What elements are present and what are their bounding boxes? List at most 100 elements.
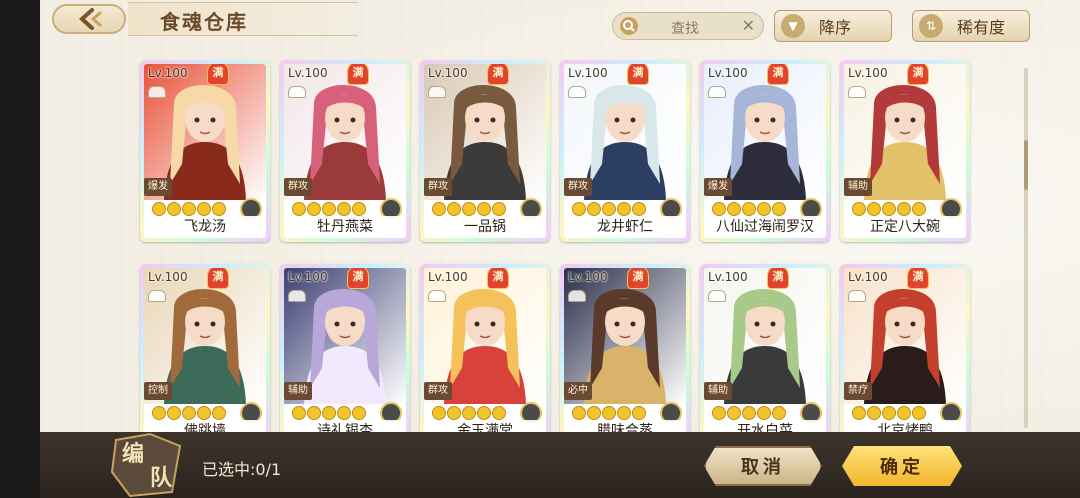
- star-icon: [462, 406, 476, 420]
- card-inner: Lv.100 满 禁疗 北京烤鸭: [844, 268, 966, 442]
- star-icon: [492, 406, 506, 420]
- card-inner: Lv.100 满 必中 腊味合蒸: [564, 268, 686, 442]
- star-icon: [602, 202, 616, 216]
- dish-cover-icon: [708, 86, 726, 98]
- sort-rarity-button[interactable]: ⇅ 稀有度: [912, 10, 1030, 42]
- sort-descending-button[interactable]: ▼ 降序: [774, 10, 892, 42]
- card-inner: Lv.100 满 辅助 正定八大碗: [844, 64, 966, 238]
- food-soul-card[interactable]: Lv.100 满 群攻 一品锅: [420, 60, 550, 242]
- star-icon: [572, 202, 586, 216]
- star-icon: [617, 406, 631, 420]
- star-icon: [712, 406, 726, 420]
- food-soul-card[interactable]: Lv.100 满 爆发 八仙过海闹罗汉: [700, 60, 830, 242]
- food-soul-card[interactable]: Lv.100 满 辅助 正定八大碗: [840, 60, 970, 242]
- star-icon: [322, 202, 336, 216]
- dish-cover-icon: [288, 290, 306, 302]
- star-icon: [867, 202, 881, 216]
- max-level-badge: 满: [488, 64, 508, 84]
- role-tag: 爆发: [704, 178, 732, 196]
- max-level-badge: 满: [488, 268, 508, 288]
- cancel-button[interactable]: 取消: [704, 446, 822, 486]
- role-tag: 必中: [564, 382, 592, 400]
- star-icon: [477, 406, 491, 420]
- food-soul-card[interactable]: Lv.100 满 群攻 牡丹燕菜: [280, 60, 410, 242]
- role-tag: 群攻: [424, 178, 452, 196]
- triangle-down-icon: ▼: [781, 14, 805, 38]
- sort-rarity-label: 稀有度: [957, 18, 1006, 37]
- star-rating: [712, 202, 786, 216]
- star-rating: [852, 202, 926, 216]
- confirm-button[interactable]: 确定: [842, 446, 962, 486]
- food-soul-card[interactable]: Lv.100 满 禁疗 北京烤鸭: [840, 264, 970, 446]
- star-icon: [447, 406, 461, 420]
- team-label-char-2[interactable]: 队: [150, 460, 172, 492]
- card-inner: Lv.100 满 爆发 八仙过海闹罗汉: [704, 64, 826, 238]
- close-icon[interactable]: ✕: [742, 16, 755, 35]
- max-level-badge: 满: [908, 268, 928, 288]
- max-level-badge: 满: [908, 64, 928, 84]
- max-level-badge: 满: [348, 64, 368, 84]
- star-icon: [292, 406, 306, 420]
- card-inner: Lv.100 满 辅助 开水白菜: [704, 268, 826, 442]
- team-label-char-1[interactable]: 编: [122, 436, 144, 468]
- left-edge-bar: [0, 0, 40, 498]
- star-icon: [152, 406, 166, 420]
- max-level-badge: 满: [628, 64, 648, 84]
- star-rating: [572, 202, 646, 216]
- food-soul-card[interactable]: Lv.100 满 辅助 开水白菜: [700, 264, 830, 446]
- star-icon: [492, 202, 506, 216]
- back-button[interactable]: [52, 4, 126, 34]
- star-icon: [447, 202, 461, 216]
- max-level-badge: 满: [768, 64, 788, 84]
- max-level-badge: 满: [768, 268, 788, 288]
- star-icon: [727, 406, 741, 420]
- star-icon: [632, 406, 646, 420]
- back-arrow-icon: [79, 8, 102, 30]
- level-label: Lv.100: [568, 270, 608, 284]
- card-name: 正定八大碗: [844, 216, 966, 238]
- star-icon: [572, 406, 586, 420]
- page-title: 食魂仓库: [160, 10, 248, 34]
- food-soul-card[interactable]: Lv.100 满 群攻 金玉满堂: [420, 264, 550, 446]
- card-name: 飞龙汤: [144, 216, 266, 238]
- role-tag: 群攻: [564, 178, 592, 196]
- scrollbar-track[interactable]: [1024, 68, 1028, 428]
- role-tag: 辅助: [844, 178, 872, 196]
- star-icon: [882, 406, 896, 420]
- star-icon: [882, 202, 896, 216]
- search-icon: [620, 17, 638, 35]
- card-name: 龙井虾仁: [564, 216, 686, 238]
- dish-cover-icon: [428, 290, 446, 302]
- dish-cover-icon: [848, 86, 866, 98]
- star-icon: [197, 202, 211, 216]
- star-icon: [772, 202, 786, 216]
- star-icon: [167, 406, 181, 420]
- food-soul-card[interactable]: Lv.100 满 群攻 龙井虾仁: [560, 60, 690, 242]
- card-inner: Lv.100 满 辅助 诗礼银杏: [284, 268, 406, 442]
- food-soul-card[interactable]: Lv.100 满 控制 佛跳墙: [140, 264, 270, 446]
- star-icon: [337, 406, 351, 420]
- food-soul-card[interactable]: Lv.100 满 爆发 飞龙汤: [140, 60, 270, 242]
- search-input[interactable]: 查找 ✕: [612, 12, 764, 40]
- star-icon: [867, 406, 881, 420]
- star-icon: [632, 202, 646, 216]
- food-soul-card[interactable]: Lv.100 满 辅助 诗礼银杏: [280, 264, 410, 446]
- card-inner: Lv.100 满 控制 佛跳墙: [144, 268, 266, 442]
- star-rating: [712, 406, 786, 420]
- food-soul-card[interactable]: Lv.100 满 必中 腊味合蒸: [560, 264, 690, 446]
- dish-cover-icon: [288, 86, 306, 98]
- level-label: Lv.100: [568, 66, 608, 80]
- scrollbar-thumb[interactable]: [1024, 140, 1028, 190]
- star-icon: [182, 406, 196, 420]
- star-rating: [572, 406, 646, 420]
- card-inner: Lv.100 满 群攻 龙井虾仁: [564, 64, 686, 238]
- selection-count: 已选中:0/1: [202, 460, 282, 479]
- level-label: Lv.100: [428, 270, 468, 284]
- level-label: Lv.100: [148, 66, 188, 80]
- star-rating: [292, 406, 366, 420]
- star-icon: [477, 202, 491, 216]
- star-icon: [757, 406, 771, 420]
- star-icon: [587, 202, 601, 216]
- level-label: Lv.100: [848, 270, 888, 284]
- star-icon: [912, 406, 926, 420]
